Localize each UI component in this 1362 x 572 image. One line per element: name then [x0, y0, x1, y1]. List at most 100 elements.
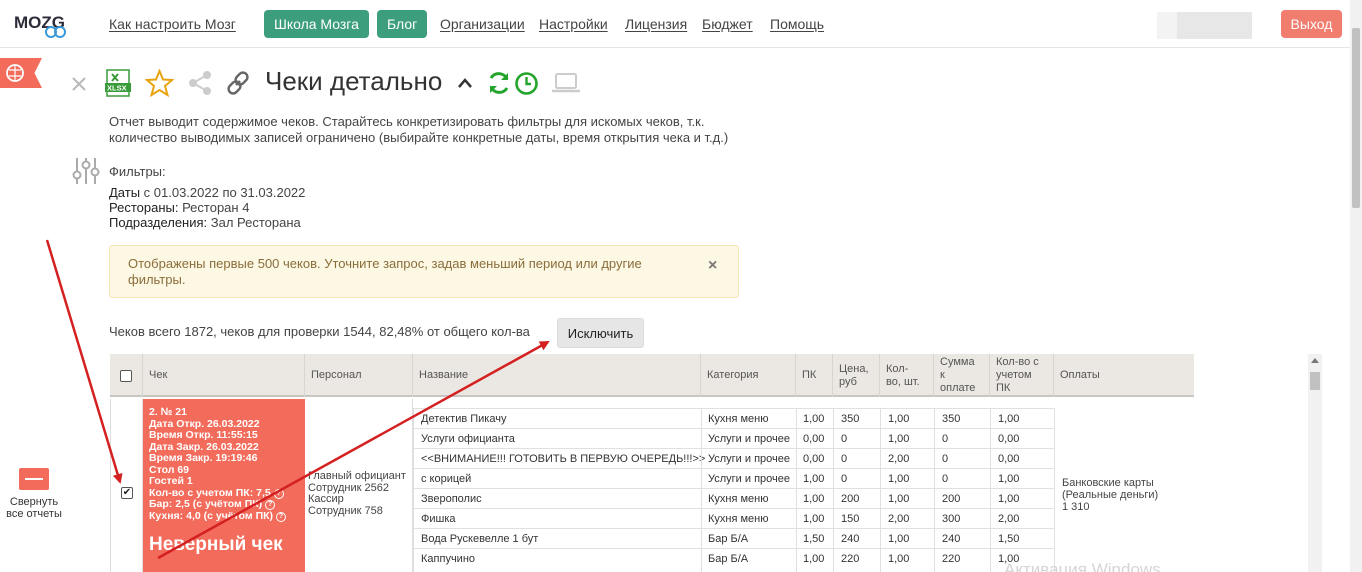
- nav-link-license[interactable]: Лицензия: [625, 16, 687, 32]
- payment-subtype: (Реальные деньги): [1062, 489, 1159, 501]
- receipt-totals: Чеков всего 1872, чеков для проверки 154…: [109, 324, 530, 339]
- receipt-kitchen-text: Кухня: 4,0 (с учётом ПК): [149, 509, 274, 522]
- item-name: Вода Рускевелле 1 бут: [421, 533, 539, 545]
- item-name: Фишка: [421, 513, 456, 525]
- payment-type: Банковские карты: [1062, 477, 1154, 489]
- help-icon[interactable]: ?: [265, 500, 276, 510]
- item-name: Зверополис: [421, 493, 482, 505]
- filter-departments-value: Зал Ресторана: [207, 215, 301, 230]
- item-price: 350: [841, 413, 860, 425]
- row-checkbox[interactable]: ✔: [121, 487, 133, 499]
- collapse-icon: [19, 468, 49, 490]
- item-price: 150: [841, 513, 860, 525]
- receipt-closed-time: Время Закр. 19:19:46: [149, 452, 258, 464]
- item-qty: 1,00: [888, 553, 910, 565]
- item-pk: 1,00: [803, 473, 825, 485]
- col-divider: [934, 408, 935, 572]
- item-category: Услуги и прочее: [708, 433, 791, 445]
- staff-name-2: Сотрудник 758: [308, 504, 383, 517]
- item-qty-pk: 1,00: [998, 493, 1020, 505]
- col-divider: [1054, 408, 1055, 572]
- nav-link-settings[interactable]: Настройки: [539, 16, 608, 32]
- table-scrollbar-thumb[interactable]: [1310, 372, 1320, 390]
- logout-button[interactable]: Выход: [1281, 10, 1342, 38]
- school-button[interactable]: Школа Мозга: [264, 10, 369, 38]
- limit-warning-alert: Отображены первые 500 чеков. Уточните за…: [109, 245, 739, 298]
- item-sum: 350: [942, 413, 961, 425]
- table-header: Чек Персонал Название Категория ПК Цена,…: [110, 354, 1194, 397]
- star-favorite-icon[interactable]: [145, 69, 174, 97]
- header-name: Название: [413, 354, 701, 397]
- nav-link-help[interactable]: Помощь: [770, 16, 824, 32]
- share-icon[interactable]: [186, 69, 214, 97]
- header-select-all[interactable]: [110, 354, 143, 397]
- receipts-table: Чек Персонал Название Категория ПК Цена,…: [110, 354, 1194, 572]
- item-qty: 2,00: [888, 453, 910, 465]
- top-navigation: MOZG Как настроить Мозг Школа Мозга Блог…: [0, 0, 1350, 48]
- select-all-checkbox[interactable]: [120, 369, 132, 382]
- filter-restaurants-key: Рестораны:: [109, 200, 179, 215]
- alert-close-button[interactable]: ×: [708, 257, 717, 275]
- item-price: 0: [841, 473, 848, 485]
- row-select-cell: ✔: [110, 399, 143, 572]
- payments-cell: Банковские карты (Реальные деньги) 1 310: [1062, 477, 1158, 513]
- item-pk: 1,00: [803, 413, 825, 425]
- filter-restaurants: Рестораны: Ресторан 4: [109, 200, 249, 215]
- mozg-logo[interactable]: MOZG: [14, 10, 76, 38]
- svg-text:MOZG: MOZG: [14, 13, 65, 32]
- refresh-icon[interactable]: [486, 70, 512, 96]
- table-row: с корицей Услуги и прочее 1,00 0 1,00 0 1,00: [413, 468, 1054, 488]
- item-qty: 1,00: [888, 413, 910, 425]
- table-row: Фишка Кухня меню 1,00 150 2,00 300 2,00: [413, 508, 1054, 528]
- user-profile[interactable]: [1157, 12, 1252, 39]
- col-divider: [990, 408, 991, 572]
- laptop-icon[interactable]: [551, 72, 581, 94]
- header-staff: Персонал: [305, 354, 413, 397]
- header-pk: ПК: [796, 354, 833, 397]
- svg-text:XLSX: XLSX: [107, 84, 127, 93]
- filter-sliders-icon[interactable]: [72, 156, 100, 186]
- item-qty: 1,00: [888, 533, 910, 545]
- page-scrollbar[interactable]: [1350, 0, 1362, 572]
- help-icon[interactable]: ?: [276, 511, 287, 522]
- page-title: Чеки детально: [265, 66, 443, 96]
- col-divider: [880, 408, 881, 572]
- collapse-all-reports[interactable]: Свернуть все отчеты: [6, 468, 62, 520]
- filter-restaurants-value: Ресторан 4: [178, 200, 250, 215]
- table-scrollbar[interactable]: [1308, 354, 1322, 572]
- side-ribbon[interactable]: [0, 58, 42, 88]
- close-icon[interactable]: [70, 75, 88, 93]
- receipt-bar-text: Бар: 2,5 (с учётом ПК): [149, 498, 263, 510]
- item-qty: 1,00: [888, 493, 910, 505]
- table-row: Вода Рускевелле 1 бут Бар Б/А 1,50 240 1,00 2…: [413, 528, 1054, 548]
- table-row: Услуги официанта Услуги и прочее 0,00 0 1,00…: [413, 428, 1054, 448]
- xlsx-export-icon[interactable]: XLSX: [104, 68, 134, 98]
- nav-link-setup[interactable]: Как настроить Мозг: [109, 16, 236, 32]
- scroll-up-arrow-icon[interactable]: [1311, 358, 1319, 363]
- filter-departments-key: Подразделения:: [109, 215, 208, 230]
- chevron-up-icon[interactable]: [456, 76, 474, 90]
- page-scrollbar-thumb[interactable]: [1352, 28, 1360, 208]
- header-qty: Кол-во, шт.: [880, 354, 934, 397]
- help-icon[interactable]: ?: [273, 488, 284, 499]
- nav-link-organizations[interactable]: Организации: [440, 16, 525, 32]
- blog-button[interactable]: Блог: [377, 10, 428, 38]
- exclude-button[interactable]: Исключить: [557, 318, 644, 348]
- item-pk: 1,00: [803, 493, 825, 505]
- item-sum: 220: [942, 553, 961, 565]
- report-description: Отчет выводит содержимое чеков. Старайте…: [109, 114, 729, 145]
- alert-text: Отображены первые 500 чеков. Уточните за…: [128, 256, 642, 287]
- item-category: Услуги и прочее: [708, 473, 791, 485]
- item-qty-pk: 0,00: [998, 433, 1020, 445]
- link-icon[interactable]: [224, 69, 252, 97]
- nav-link-budget[interactable]: Бюджет: [702, 16, 753, 32]
- item-sum: 200: [942, 493, 961, 505]
- staff-role-1: Главный официант: [308, 470, 406, 482]
- filter-departments: Подразделения: Зал Ресторана: [109, 215, 301, 230]
- header-sum: Сумма к оплате: [934, 354, 990, 397]
- header-qty-pk: Кол-во с учетом ПК: [990, 354, 1054, 397]
- header-category: Категория: [701, 354, 796, 397]
- clock-icon[interactable]: [514, 71, 539, 96]
- item-category: Кухня меню: [708, 513, 769, 525]
- item-category: Кухня меню: [708, 413, 769, 425]
